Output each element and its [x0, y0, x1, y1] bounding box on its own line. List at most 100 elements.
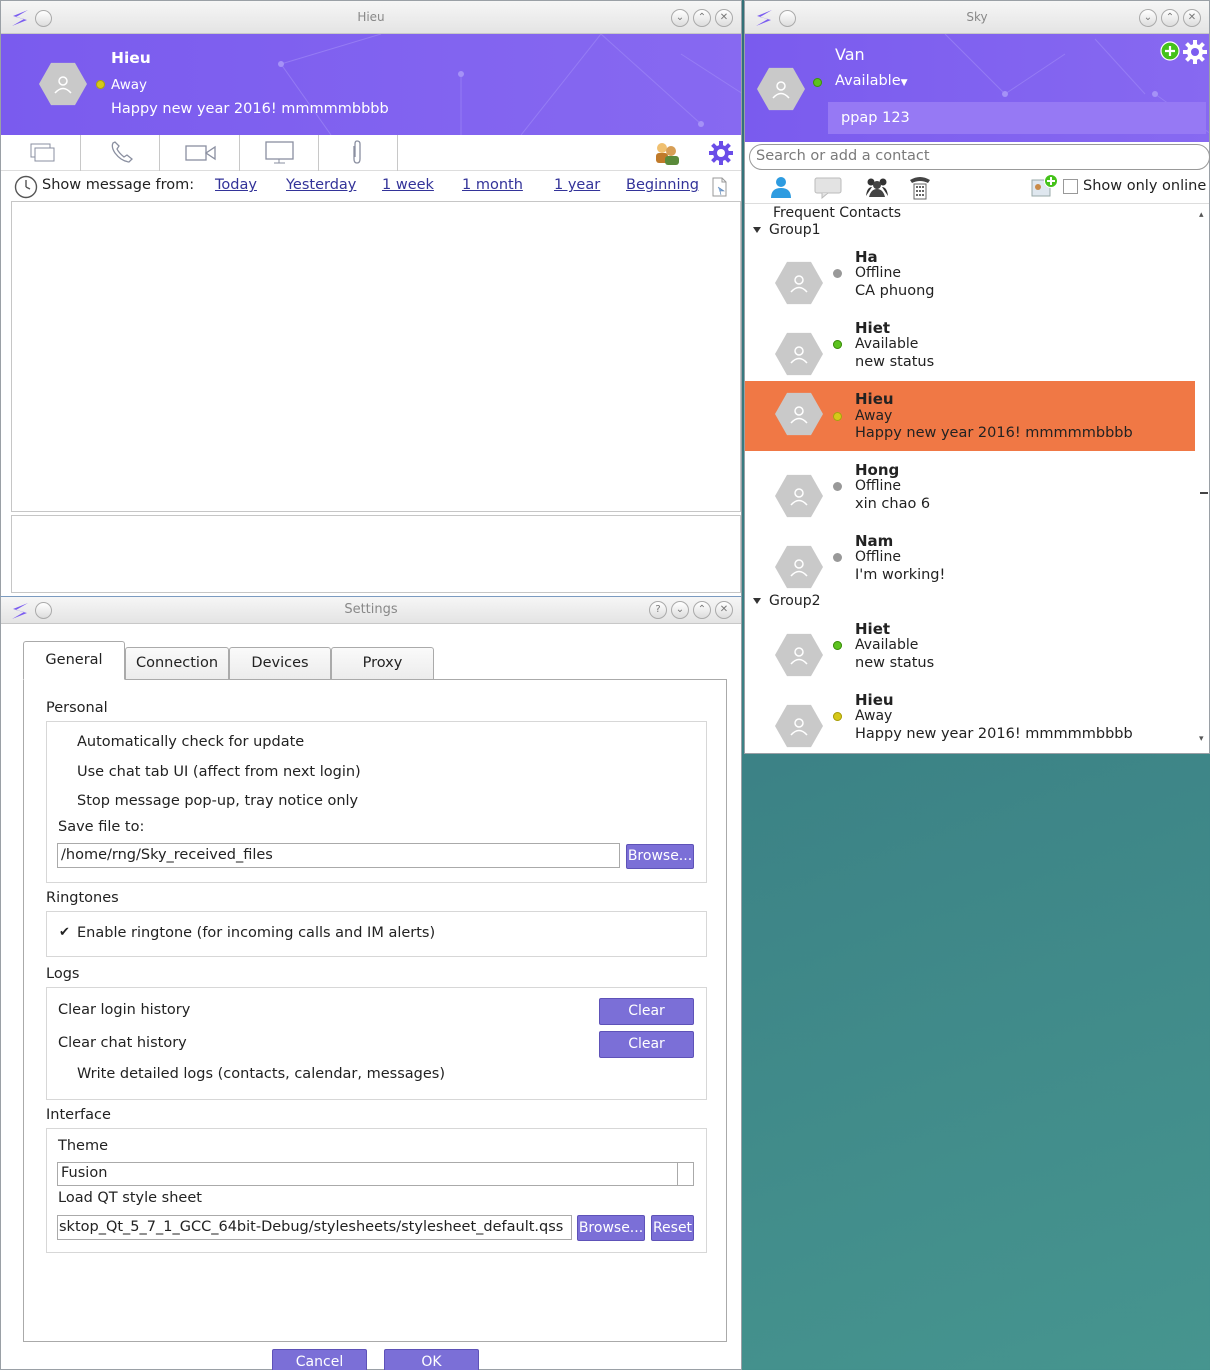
save-path-field[interactable]: /home/rng/Sky_received_files — [57, 843, 620, 868]
contact-name: Hiet — [855, 620, 891, 638]
add-contact-card-icon[interactable] — [1031, 174, 1059, 198]
qss-label: Load QT style sheet — [58, 1190, 202, 1206]
theme-select-arrow[interactable] — [677, 1163, 693, 1185]
maximize-button[interactable]: ⌃ — [693, 9, 711, 27]
contact-search-input[interactable]: Search or add a contact — [749, 144, 1210, 170]
settings-window-title: Settings — [344, 602, 398, 617]
chat-tab-ui-option[interactable]: Use chat tab UI (affect from next login) — [77, 764, 361, 780]
group1-header[interactable]: Group1 — [753, 222, 821, 238]
close-button[interactable]: ✕ — [715, 601, 733, 619]
contact-item[interactable]: Ha Offline CA phuong — [745, 248, 1195, 319]
available-status-dot — [833, 641, 842, 650]
browse-save-button[interactable]: Browse... — [626, 844, 694, 869]
chat-history-icon[interactable] — [30, 143, 56, 163]
show-online-checkbox[interactable] — [1063, 179, 1078, 194]
close-button[interactable]: ✕ — [1183, 9, 1201, 27]
offline-status-dot — [833, 482, 842, 491]
auto-update-option[interactable]: Automatically check for update — [77, 734, 304, 750]
maximize-button[interactable]: ⌃ — [693, 601, 711, 619]
filter-beginning-link[interactable]: Beginning — [626, 177, 699, 193]
filter-1-week-link[interactable]: 1 week — [382, 177, 434, 193]
show-message-label: Show message from: — [42, 177, 195, 193]
logs-section-header: Logs — [46, 966, 80, 982]
chat-bubble-icon[interactable] — [814, 177, 842, 199]
group-icon[interactable] — [865, 176, 889, 198]
scroll-thumb[interactable] — [1200, 492, 1208, 494]
clear-login-button[interactable]: Clear — [599, 998, 694, 1025]
collapse-triangle-icon — [753, 227, 761, 233]
chat-titlebar[interactable]: Hieu ⌄ ⌃ ✕ — [1, 1, 741, 34]
tab-devices[interactable]: Devices — [229, 647, 331, 679]
contact-status: Offline — [855, 478, 901, 494]
contact-name: Hieu — [111, 49, 151, 67]
maximize-button[interactable]: ⌃ — [1161, 9, 1179, 27]
video-call-icon[interactable] — [185, 144, 217, 162]
clear-chat-button[interactable]: Clear — [599, 1031, 694, 1058]
dialpad-phone-icon[interactable] — [908, 174, 932, 200]
contact-status: Away — [855, 408, 893, 424]
detailed-logs-option[interactable]: Write detailed logs (contacts, calendar,… — [77, 1066, 445, 1082]
settings-gear-icon[interactable] — [1183, 40, 1207, 64]
browse-qss-button[interactable]: Browse... — [577, 1215, 645, 1241]
screen-share-icon[interactable] — [265, 141, 295, 165]
contact-name: Ha — [855, 248, 878, 266]
filter-1-year-link[interactable]: 1 year — [554, 177, 600, 193]
export-document-icon[interactable] — [712, 177, 728, 197]
contact-item[interactable]: Hieu Away Happy new year 2016! mmmmmbbbb — [745, 691, 1195, 753]
ok-button[interactable]: OK — [384, 1349, 479, 1370]
minimize-button[interactable]: ⌄ — [671, 9, 689, 27]
contact-list-scrollbar[interactable]: ▴ ▾ — [1197, 204, 1209, 753]
user-status: Available — [835, 73, 901, 89]
cancel-button[interactable]: Cancel — [272, 1349, 367, 1370]
contact-item[interactable]: Hong Offline xin chao 6 — [745, 461, 1195, 532]
sky-titlebar[interactable]: Sky ⌄ ⌃ ✕ — [745, 1, 1209, 34]
frequent-contacts-header[interactable]: Frequent Contacts — [773, 205, 901, 221]
contact-name: Hieu — [855, 390, 894, 408]
stop-popup-option[interactable]: Stop message pop-up, tray notice only — [77, 793, 358, 809]
contact-item-selected[interactable]: Hieu Away Happy new year 2016! mmmmmbbbb — [745, 381, 1195, 451]
contact-mood: Happy new year 2016! mmmmmbbbb — [111, 101, 389, 117]
message-input-area[interactable] — [11, 515, 741, 593]
theme-label: Theme — [58, 1138, 109, 1154]
chat-settings-gear-icon[interactable] — [709, 141, 733, 165]
settings-titlebar[interactable]: Settings ? ⌄ ⌃ ✕ — [1, 597, 741, 624]
theme-select[interactable]: Fusion — [57, 1162, 694, 1186]
filter-1-month-link[interactable]: 1 month — [462, 177, 523, 193]
add-green-icon[interactable] — [1160, 41, 1180, 61]
scroll-up-arrow[interactable]: ▴ — [1199, 210, 1204, 220]
minimize-button[interactable]: ⌄ — [671, 601, 689, 619]
contact-mood: CA phuong — [855, 283, 935, 299]
contact-name: Hiet — [855, 319, 891, 337]
help-button[interactable]: ? — [649, 601, 667, 619]
sky-header-banner: Van Available▼ ppap 123 — [745, 34, 1209, 142]
scroll-down-arrow[interactable]: ▾ — [1199, 734, 1204, 744]
contacts-person-icon[interactable] — [769, 175, 793, 199]
sky-window: Sky ⌄ ⌃ ✕ Van Available▼ ppap 123 Search… — [744, 0, 1210, 754]
filter-today-link[interactable]: Today — [215, 177, 257, 193]
contact-avatar — [775, 392, 823, 436]
tab-proxy[interactable]: Proxy — [331, 647, 434, 679]
contact-mood: xin chao 6 — [855, 496, 931, 512]
reset-qss-button[interactable]: Reset — [651, 1215, 694, 1241]
ringtone-check-icon[interactable]: ✔ — [59, 925, 70, 940]
contact-avatar — [775, 704, 823, 748]
user-status-dropdown[interactable]: Available▼ — [835, 73, 908, 89]
contact-item[interactable]: Hiet Available new status — [745, 620, 1195, 691]
contact-name: Hieu — [855, 691, 894, 709]
contact-item[interactable]: Hiet Available new status — [745, 319, 1195, 390]
save-file-label: Save file to: — [58, 819, 145, 835]
user-mood-field[interactable]: ppap 123 — [828, 102, 1206, 134]
message-history-area[interactable] — [11, 201, 741, 512]
qss-path-field[interactable]: sktop_Qt_5_7_1_GCC_64bit-Debug/styleshee… — [57, 1215, 572, 1240]
minimize-button[interactable]: ⌄ — [1139, 9, 1157, 27]
contact-avatar — [775, 261, 823, 305]
tab-connection[interactable]: Connection — [125, 647, 229, 679]
attachment-icon[interactable] — [349, 140, 365, 166]
close-button[interactable]: ✕ — [715, 9, 733, 27]
enable-ringtone-option[interactable]: Enable ringtone (for incoming calls and … — [77, 925, 435, 941]
group2-header[interactable]: Group2 — [753, 593, 821, 609]
add-contacts-icon[interactable] — [653, 140, 681, 166]
tab-general[interactable]: General — [23, 641, 125, 680]
filter-yesterday-link[interactable]: Yesterday — [286, 177, 356, 193]
phone-icon[interactable] — [109, 141, 135, 165]
